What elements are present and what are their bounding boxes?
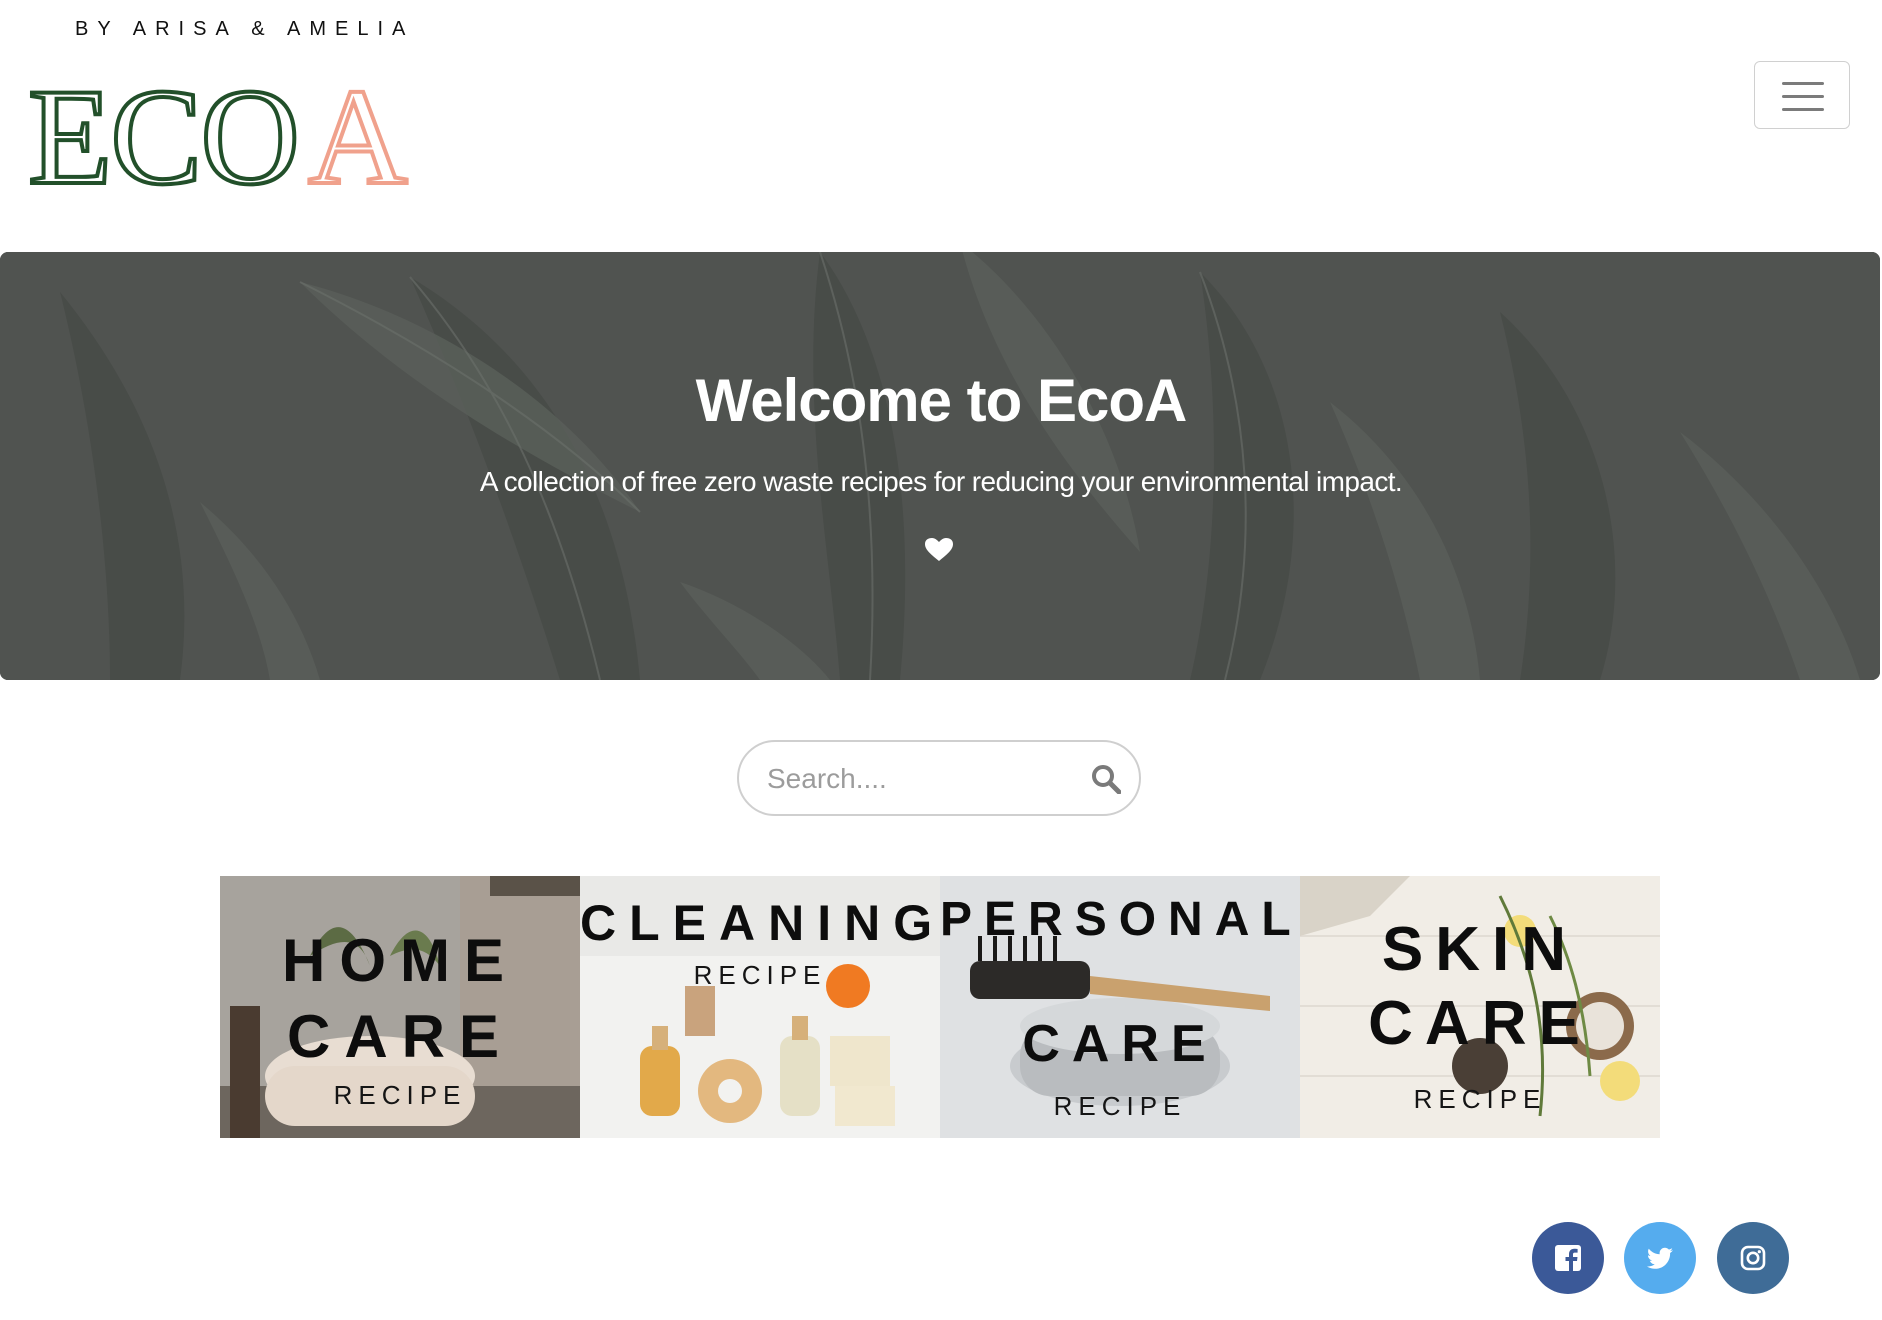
logo-main-text: ECO (26, 60, 302, 213)
logo-accent-text: A (306, 60, 410, 213)
facebook-icon (1555, 1245, 1581, 1271)
tile-title-line2: CARE (286, 1003, 513, 1070)
instagram-icon (1740, 1245, 1766, 1271)
hero-title: Welcome to EcoA (695, 367, 1188, 434)
tile-subtitle: RECIPE (333, 1080, 467, 1110)
category-tile-personal-care[interactable]: PERSONAL CARE RECIPE (940, 876, 1300, 1138)
brand-tagline: BY ARISA & AMELIA (75, 18, 415, 40)
category-tiles: HOME CARE RECIPE CLEANING RECIPE PERSONA… (220, 876, 1660, 1138)
search-bar (737, 740, 1141, 816)
tile-title-line2: CARE (1368, 989, 1592, 1058)
tile-title-line2: CARE (1022, 1015, 1218, 1073)
instagram-button[interactable] (1717, 1222, 1789, 1294)
tile-subtitle: RECIPE (1413, 1084, 1547, 1114)
search-input[interactable] (765, 756, 1069, 802)
tile-title-line1: HOME (282, 927, 518, 994)
tile-title-line1: CLEANING (580, 895, 940, 951)
category-tile-cleaning[interactable]: CLEANING RECIPE (580, 876, 940, 1138)
facebook-button[interactable] (1532, 1222, 1604, 1294)
tile-subtitle: RECIPE (693, 960, 827, 990)
hero-subtitle: A collection of free zero waste recipes … (479, 466, 1403, 497)
logo-wordmark: ECOA (26, 60, 410, 213)
twitter-button[interactable] (1624, 1222, 1696, 1294)
tile-title-line1: SKIN (1381, 915, 1579, 984)
category-tile-home-care[interactable]: HOME CARE RECIPE (220, 876, 580, 1138)
menu-toggle-button[interactable] (1754, 61, 1850, 129)
tile-title-line1: PERSONAL (940, 893, 1300, 946)
category-tile-skin-care[interactable]: SKIN CARE RECIPE (1300, 876, 1660, 1138)
heart-icon (925, 538, 953, 561)
twitter-icon (1646, 1247, 1673, 1269)
tile-subtitle: RECIPE (1053, 1091, 1187, 1121)
brand-logo[interactable]: BY ARISA & AMELIA ECOA (26, 18, 448, 208)
search-icon[interactable] (1091, 764, 1121, 794)
